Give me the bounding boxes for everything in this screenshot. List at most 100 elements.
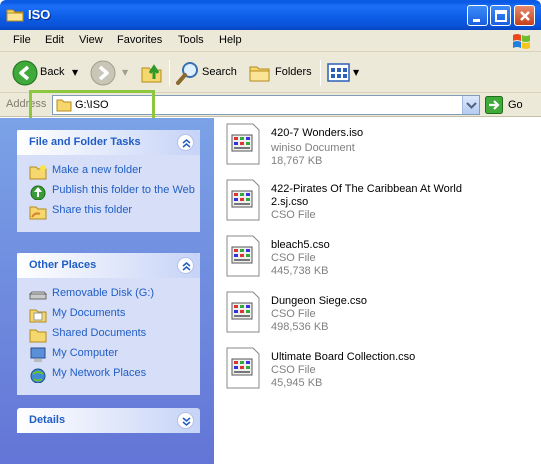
file-list: 420-7 Wonders.iso winiso Document 18,767… [214, 118, 541, 464]
place-my-documents[interactable]: My Documents [17, 307, 200, 323]
close-button[interactable] [514, 5, 535, 26]
toolbar: Back ▼ ▼ Search Folders ▼ [0, 52, 541, 93]
network-places-icon [30, 368, 46, 383]
place-label: My Network Places [52, 367, 147, 379]
views-button[interactable]: ▼ [327, 58, 363, 88]
folders-icon [249, 66, 270, 82]
file-type: winiso Document [271, 142, 355, 154]
search-icon [176, 62, 198, 85]
removable-disk-icon [29, 291, 47, 300]
forward-button[interactable]: ▼ [90, 58, 134, 88]
file-icon [226, 235, 260, 277]
task-label: Make a new folder [52, 164, 142, 176]
search-button[interactable]: Search [174, 58, 240, 88]
file-size: 445,738 KB [271, 265, 329, 277]
folders-button[interactable]: Folders [246, 58, 314, 88]
details-header[interactable]: Details [17, 408, 200, 433]
back-dropdown-icon[interactable]: ▼ [72, 68, 78, 77]
file-folder-tasks-panel: File and Folder Tasks Make a new folder … [17, 130, 200, 232]
back-arrow-icon [12, 60, 38, 86]
maximize-icon [495, 10, 507, 22]
share-folder-icon [29, 206, 47, 220]
menu-help[interactable]: Help [219, 34, 242, 46]
maximize-button[interactable] [490, 5, 511, 26]
place-label: My Computer [52, 347, 119, 359]
shared-documents-icon [29, 329, 47, 343]
file-name: 420-7 Wonders.iso [271, 127, 364, 139]
back-button[interactable]: Back ▼ [10, 58, 84, 88]
close-icon [520, 11, 530, 21]
task-make-new-folder[interactable]: Make a new folder [17, 164, 200, 180]
collapse-button[interactable] [177, 257, 194, 274]
file-icon [226, 347, 260, 389]
go-arrow-icon [485, 96, 503, 114]
menu-edit[interactable]: Edit [45, 34, 64, 46]
collapse-button[interactable] [177, 134, 194, 151]
views-dropdown-icon: ▼ [353, 68, 360, 77]
file-item[interactable]: Ultimate Board Collection.cso CSO File 4… [224, 345, 534, 397]
chevron-down-icon [466, 102, 477, 109]
file-size: 18,767 KB [271, 155, 323, 167]
forward-dropdown-icon[interactable]: ▼ [122, 68, 128, 77]
file-type: CSO File [271, 252, 316, 264]
file-icon [226, 291, 260, 333]
publish-web-icon [30, 185, 46, 200]
details-panel: Details [17, 408, 200, 433]
go-button[interactable]: Go [485, 96, 537, 114]
windows-logo-icon [513, 34, 530, 49]
file-name: 422-Pirates Of The Caribbean At World 2.… [271, 183, 462, 208]
task-pane: File and Folder Tasks Make a new folder … [0, 118, 214, 464]
task-label: Publish this folder to the Web [52, 184, 195, 196]
forward-arrow-icon [90, 60, 116, 86]
chevron-up-icon [182, 139, 191, 148]
menu-tools[interactable]: Tools [178, 34, 204, 46]
minimize-icon [473, 19, 480, 22]
menu-favorites[interactable]: Favorites [117, 34, 162, 46]
place-my-computer[interactable]: My Computer [17, 347, 200, 362]
task-label: Share this folder [52, 204, 133, 216]
file-type: CSO File [271, 364, 316, 376]
minimize-button[interactable] [467, 5, 488, 26]
file-type: CSO File [271, 209, 316, 221]
folders-label: Folders [275, 66, 312, 78]
up-folder-button[interactable] [140, 58, 166, 88]
place-removable-disk[interactable]: Removable Disk (G:) [17, 287, 200, 302]
file-size: 45,945 KB [271, 377, 323, 389]
up-folder-icon [141, 64, 162, 83]
file-item[interactable]: 422-Pirates Of The Caribbean At World 2.… [224, 177, 534, 229]
back-label: Back [40, 66, 65, 78]
file-item[interactable]: Dungeon Siege.cso CSO File 498,536 KB [224, 289, 534, 341]
panel-title: Other Places [29, 259, 97, 271]
panel-title: Details [29, 414, 66, 426]
place-label: My Documents [52, 307, 126, 319]
search-label: Search [202, 66, 237, 78]
expand-button[interactable] [177, 412, 194, 429]
place-network-places[interactable]: My Network Places [17, 367, 200, 383]
place-label: Removable Disk (G:) [52, 287, 155, 299]
file-name: Dungeon Siege.cso [271, 295, 368, 307]
menu-file[interactable]: File [13, 34, 31, 46]
place-label: Shared Documents [52, 327, 147, 339]
other-places-header[interactable]: Other Places [17, 253, 200, 278]
window-title: ISO [28, 7, 51, 22]
title-bar[interactable]: ISO [0, 0, 541, 30]
file-size: 498,536 KB [271, 321, 329, 333]
chevron-down-icon [182, 417, 191, 426]
menu-bar: File Edit View Favorites Tools Help [0, 30, 541, 52]
task-publish-web[interactable]: Publish this folder to the Web [17, 184, 200, 200]
place-shared-documents[interactable]: Shared Documents [17, 327, 200, 343]
file-item[interactable]: 420-7 Wonders.iso winiso Document 18,767… [224, 121, 534, 173]
go-label: Go [508, 99, 523, 111]
menu-view[interactable]: View [79, 34, 103, 46]
file-name: bleach5.cso [271, 239, 330, 251]
new-folder-icon [29, 165, 47, 180]
file-icon [226, 123, 260, 165]
task-share-folder[interactable]: Share this folder [17, 204, 200, 220]
file-folder-tasks-header[interactable]: File and Folder Tasks [17, 130, 200, 155]
file-type: CSO File [271, 308, 316, 320]
views-icon [327, 63, 350, 82]
address-dropdown-button[interactable] [462, 96, 479, 114]
file-item[interactable]: bleach5.cso CSO File 445,738 KB [224, 233, 534, 285]
chevron-up-icon [182, 262, 191, 271]
panel-title: File and Folder Tasks [29, 136, 141, 148]
